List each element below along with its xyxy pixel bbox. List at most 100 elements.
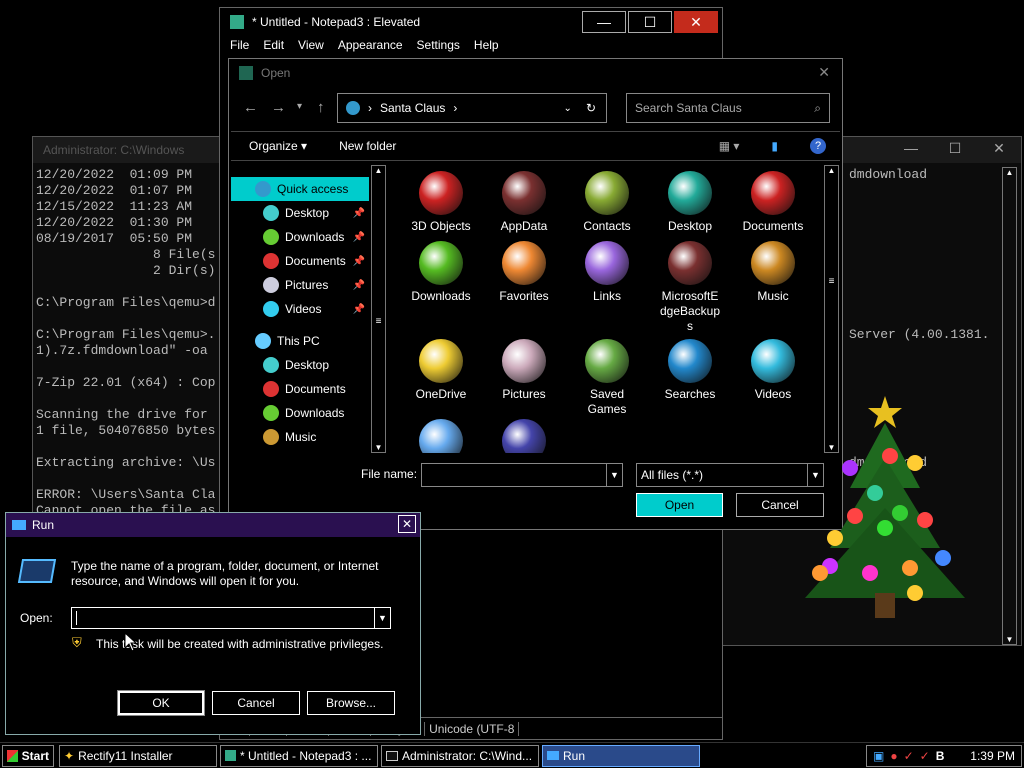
- recent-dropdown-icon[interactable]: ▾: [297, 101, 302, 112]
- nav-scrollbar[interactable]: ▲ ≡ ▼: [371, 165, 386, 453]
- console-title: Administrator: C:\Windows: [43, 143, 185, 157]
- nav-item-desktop[interactable]: Desktop: [231, 353, 369, 377]
- menu-item-appearance[interactable]: Appearance: [338, 38, 403, 58]
- tray-app-icon[interactable]: ●: [890, 749, 897, 763]
- scroll-up-icon[interactable]: ▲: [1003, 168, 1016, 177]
- tray-check-icon[interactable]: ✓: [920, 749, 930, 763]
- nav-item-desktop[interactable]: Desktop 📌: [231, 201, 369, 225]
- file-item[interactable]: OneDrive: [401, 339, 481, 402]
- maximize-icon[interactable]: ☐: [628, 11, 672, 33]
- clock[interactable]: 1:39 PM: [970, 749, 1015, 763]
- installer-icon: ✦: [64, 748, 75, 763]
- taskbar-item-console[interactable]: Administrator: C:\Wind...: [381, 744, 539, 767]
- search-box[interactable]: Search Santa Claus ⌕: [626, 93, 830, 123]
- taskbar-item-notepad[interactable]: * Untitled - Notepad3 : ...: [220, 744, 378, 767]
- run-dialog[interactable]: Run ✕ Type the name of a program, folder…: [5, 512, 421, 735]
- new-folder-button[interactable]: New folder: [339, 139, 396, 153]
- open-dialog-titlebar[interactable]: Open: [229, 59, 842, 87]
- file-item[interactable]: Downloads: [401, 241, 481, 304]
- file-item-label: Saved Games: [587, 387, 627, 416]
- chevron-down-icon[interactable]: ▼: [374, 608, 390, 628]
- scroll-up-icon[interactable]: ▲: [372, 166, 385, 175]
- console-scrollbar[interactable]: ▲ ▼: [1002, 167, 1017, 645]
- scroll-thumb-icon[interactable]: ≡: [372, 316, 385, 327]
- file-item[interactable]: Links: [567, 241, 647, 304]
- nav-item-quick-access[interactable]: Quick access: [231, 177, 369, 201]
- run-open-input[interactable]: ▼: [71, 607, 391, 629]
- nav-item-this-pc[interactable]: This PC: [231, 329, 369, 353]
- close-icon[interactable]: ✕: [818, 64, 830, 81]
- nav-item-label: Documents: [285, 382, 346, 396]
- file-item[interactable]: AppData: [484, 171, 564, 234]
- folder-ornament-icon: [502, 339, 546, 383]
- search-icon: ⌕: [814, 100, 821, 115]
- address-dropdown-icon[interactable]: ⌄: [564, 103, 572, 114]
- open-dialog[interactable]: Open ✕ ← → ▾ ↑ › Santa Claus › ⌄ ↻ Searc…: [228, 58, 843, 530]
- file-name-input[interactable]: ▼: [421, 463, 623, 487]
- minimize-icon[interactable]: —: [889, 137, 933, 159]
- scroll-thumb-icon[interactable]: ≡: [825, 276, 838, 287]
- forward-arrow-icon[interactable]: →: [271, 99, 286, 116]
- file-item[interactable]: Pictures: [484, 339, 564, 402]
- start-button[interactable]: Start: [2, 744, 54, 767]
- open-button[interactable]: Open: [636, 493, 723, 517]
- file-name-label: File name:: [361, 467, 418, 481]
- close-icon[interactable]: ✕: [674, 11, 718, 33]
- ornament-icon[interactable]: [502, 419, 546, 453]
- menu-item-settings[interactable]: Settings: [417, 38, 460, 58]
- taskbar-item-run[interactable]: Run: [542, 744, 700, 767]
- computer-icon[interactable]: [419, 419, 463, 453]
- file-item[interactable]: Desktop: [650, 171, 730, 234]
- file-item[interactable]: Favorites: [484, 241, 564, 304]
- nav-item-documents[interactable]: Documents: [231, 377, 369, 401]
- nav-item-downloads[interactable]: Downloads 📌: [231, 225, 369, 249]
- file-item[interactable]: Documents: [733, 171, 813, 234]
- preview-pane-icon[interactable]: ▮: [771, 139, 778, 153]
- chevron-down-icon[interactable]: ▼: [606, 464, 622, 486]
- scroll-down-icon[interactable]: ▼: [1003, 635, 1016, 644]
- menu-item-file[interactable]: File: [230, 38, 249, 58]
- minimize-icon[interactable]: —: [582, 11, 626, 33]
- nav-item-videos[interactable]: Videos 📌: [231, 297, 369, 321]
- file-item[interactable]: MicrosoftE dgeBackup s: [650, 241, 730, 334]
- menu-item-view[interactable]: View: [298, 38, 324, 58]
- menu-item-help[interactable]: Help: [474, 38, 499, 58]
- tray-check-icon[interactable]: ✓: [904, 749, 914, 763]
- tree-ornament: [907, 585, 923, 601]
- file-item[interactable]: Searches: [650, 339, 730, 402]
- scroll-up-icon[interactable]: ▲: [825, 166, 838, 175]
- run-titlebar[interactable]: Run: [6, 513, 420, 537]
- tray-app-icon[interactable]: B: [936, 749, 945, 763]
- up-arrow-icon[interactable]: ↑: [317, 99, 325, 116]
- file-item[interactable]: Music: [733, 241, 813, 304]
- nav-item-pictures[interactable]: Pictures 📌: [231, 273, 369, 297]
- back-arrow-icon[interactable]: ←: [243, 99, 258, 116]
- file-item[interactable]: 3D Objects: [401, 171, 481, 234]
- scroll-down-icon[interactable]: ▼: [372, 443, 385, 452]
- cancel-button[interactable]: Cancel: [212, 691, 300, 715]
- help-icon[interactable]: ?: [810, 138, 826, 154]
- file-item-label: Favorites: [499, 289, 549, 303]
- nav-item-downloads[interactable]: Downloads: [231, 401, 369, 425]
- address-segment[interactable]: Santa Claus: [380, 101, 445, 115]
- maximize-icon[interactable]: ☐: [933, 137, 977, 159]
- taskbar-item-rectify[interactable]: ✦ Rectify11 Installer: [59, 744, 217, 767]
- nav-item-music[interactable]: Music: [231, 425, 369, 449]
- nav-item-documents[interactable]: Documents 📌: [231, 249, 369, 273]
- organize-button[interactable]: Organize ▾: [249, 139, 307, 153]
- documents-icon: [263, 253, 279, 269]
- ok-button[interactable]: OK: [117, 690, 205, 716]
- videos-icon: [263, 301, 279, 317]
- menu-item-edit[interactable]: Edit: [263, 38, 284, 58]
- file-item[interactable]: Saved Games: [567, 339, 647, 417]
- file-item[interactable]: Contacts: [567, 171, 647, 234]
- christmas-tree-icon: [805, 396, 965, 618]
- close-icon[interactable]: ✕: [398, 515, 416, 533]
- refresh-icon[interactable]: ↻: [586, 101, 596, 115]
- browse-button[interactable]: Browse...: [307, 691, 395, 715]
- view-options-icon[interactable]: ▦ ▾: [719, 139, 740, 153]
- address-bar[interactable]: › Santa Claus › ⌄ ↻: [337, 93, 607, 123]
- close-icon[interactable]: ✕: [977, 137, 1021, 159]
- network-icon[interactable]: ▣: [873, 749, 884, 763]
